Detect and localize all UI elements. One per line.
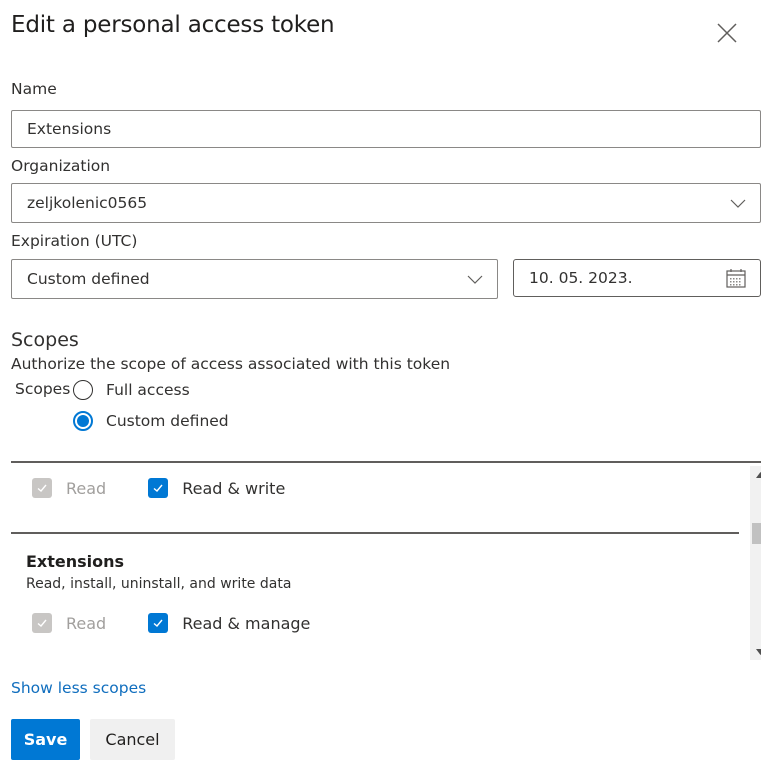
scopes-heading: Scopes bbox=[11, 329, 79, 351]
chevron-down-icon bbox=[467, 275, 483, 284]
checkbox-read-write[interactable]: Read & write bbox=[148, 478, 285, 498]
radio-button-unselected[interactable] bbox=[73, 380, 93, 400]
checkbox-label: Read bbox=[66, 613, 107, 633]
scopes-description: Authorize the scope of access associated… bbox=[11, 355, 451, 373]
radio-label: Custom defined bbox=[106, 412, 229, 430]
checkbox[interactable] bbox=[148, 478, 169, 498]
checkbox[interactable] bbox=[32, 478, 52, 498]
scope-row: Read Read & manage bbox=[32, 613, 310, 633]
check-icon bbox=[37, 484, 47, 492]
organization-label: Organization bbox=[11, 157, 111, 175]
expiration-preset-value: Custom defined bbox=[27, 270, 150, 288]
checkbox-read[interactable]: Read bbox=[32, 478, 106, 498]
triangle-up-icon bbox=[755, 471, 761, 478]
expiration-date-input[interactable]: 10. 05. 2023. bbox=[513, 259, 761, 297]
scope-section-title: Extensions bbox=[26, 552, 125, 571]
expiration-preset-dropdown[interactable]: Custom defined bbox=[11, 259, 498, 299]
scope-row: Read Read & write bbox=[32, 478, 285, 498]
checkbox-label: Read bbox=[66, 478, 107, 498]
save-button[interactable]: Save bbox=[11, 719, 80, 760]
checkbox-read[interactable]: Read bbox=[32, 613, 106, 633]
scroll-up-button[interactable] bbox=[750, 466, 761, 483]
radio-custom-defined[interactable]: Custom defined bbox=[73, 411, 229, 431]
scope-section-description: Read, install, uninstall, and write data bbox=[26, 576, 292, 592]
checkbox-read-manage[interactable]: Read & manage bbox=[148, 613, 310, 633]
calendar-icon[interactable] bbox=[725, 267, 747, 289]
divider bbox=[11, 461, 761, 463]
name-input-value: Extensions bbox=[27, 120, 112, 138]
checkbox[interactable] bbox=[148, 613, 169, 633]
organization-dropdown[interactable]: zeljkolenic0565 bbox=[11, 183, 761, 223]
radio-label: Full access bbox=[106, 381, 190, 399]
cancel-button[interactable]: Cancel bbox=[90, 719, 175, 760]
chevron-down-icon bbox=[730, 199, 746, 208]
dialog-title: Edit a personal access token bbox=[11, 12, 335, 38]
checkbox[interactable] bbox=[32, 613, 52, 633]
scroll-down-button[interactable] bbox=[750, 643, 761, 660]
check-icon bbox=[37, 619, 47, 627]
radio-button-selected[interactable] bbox=[73, 411, 93, 431]
name-input[interactable]: Extensions bbox=[11, 110, 761, 148]
scrollbar[interactable] bbox=[750, 466, 761, 660]
check-icon bbox=[153, 484, 163, 492]
close-button[interactable] bbox=[716, 22, 738, 44]
scopes-group-label: Scopes bbox=[15, 380, 71, 398]
name-label: Name bbox=[11, 80, 57, 98]
scope-list[interactable]: Read Read & write Extensions Read, insta… bbox=[11, 461, 761, 660]
divider bbox=[11, 532, 739, 534]
organization-value: zeljkolenic0565 bbox=[27, 194, 148, 212]
close-icon bbox=[717, 23, 737, 43]
expiration-date-value: 10. 05. 2023. bbox=[529, 269, 633, 287]
scrollbar-thumb[interactable] bbox=[752, 523, 761, 544]
checkbox-label: Read & manage bbox=[182, 613, 311, 633]
checkbox-label: Read & write bbox=[182, 478, 286, 498]
show-less-scopes-link[interactable]: Show less scopes bbox=[11, 679, 146, 697]
radio-full-access[interactable]: Full access bbox=[73, 380, 190, 400]
check-icon bbox=[153, 619, 163, 627]
triangle-down-icon bbox=[755, 648, 761, 655]
expiration-label: Expiration (UTC) bbox=[11, 232, 138, 250]
